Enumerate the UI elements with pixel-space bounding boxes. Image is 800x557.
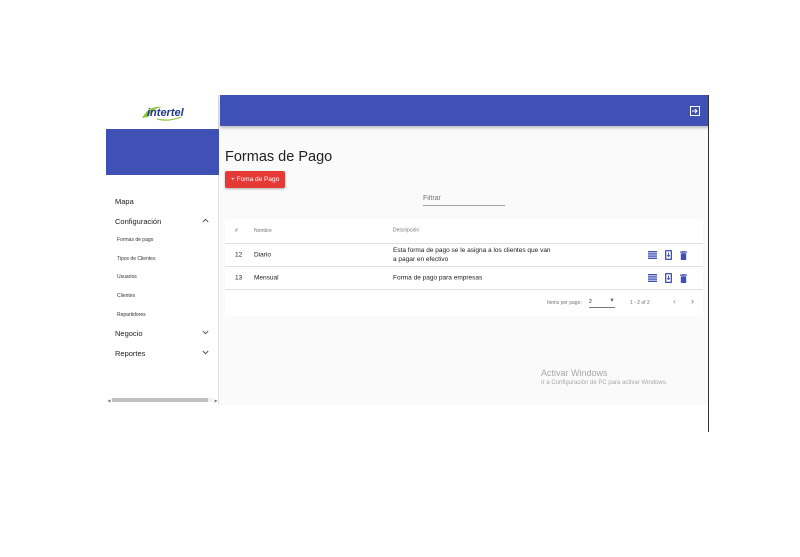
sidebar-horizontal-scrollbar[interactable]: ◀ ▶ [106,397,219,403]
row-name: Diario [254,251,271,259]
window-edge-line [708,95,709,432]
sidebar-subitem-clientes[interactable]: Clientes [106,287,218,306]
edit-document-icon[interactable] [665,273,672,283]
column-header-descripcion[interactable]: Descripción [393,227,553,236]
delete-icon[interactable] [680,250,687,260]
page-range: 1 - 2 of 2 [630,300,650,306]
scrollbar-thumb[interactable] [112,398,208,402]
sidebar-item-negocio[interactable]: Negocio [106,324,218,344]
list-details-icon[interactable] [648,274,657,282]
table-row: 13 Mensual Forma de pago para empresas [225,267,703,290]
sidebar-nav: Mapa Configuración Formas de pago Tipos … [106,191,218,364]
main-content: Formas de Pago + Foma de Pago # Nombre D… [225,126,709,405]
page-title: Formas de Pago [225,149,333,165]
windows-activation-watermark: Activar Windows Ir a Configuración de PC… [541,368,667,386]
filter-input[interactable] [423,192,505,206]
dropdown-arrow-icon: ▼ [609,298,615,304]
column-header-nombre[interactable]: Nombre [254,228,272,234]
table-header-row: # Nombre Descripción [225,219,703,244]
row-description: Forma de pago para empresas [393,274,483,282]
logo: intertel [106,95,218,128]
add-payment-method-button[interactable]: + Foma de Pago [225,171,286,188]
payment-methods-table: # Nombre Descripción 12 Diario Esta form… [225,219,703,316]
logout-icon[interactable] [689,104,701,116]
row-actions [648,273,687,283]
items-per-page-value: 2 [589,299,592,305]
sidebar-item-label: Mapa [115,196,134,206]
sidebar-item-label: Negocio [115,329,143,339]
previous-page-icon[interactable]: ‹ [673,296,676,306]
sidebar-banner [106,129,219,175]
app-window: intertel Mapa Configuración Formas de pa… [106,95,709,405]
sidebar-subitem-formas-de-pago[interactable]: Formas de pago [106,231,218,250]
sidebar-item-configuracion[interactable]: Configuración [106,211,218,231]
row-id: 13 [235,274,243,282]
next-page-icon[interactable]: › [691,296,694,306]
scroll-right-icon[interactable]: ▶ [213,398,219,403]
sidebar-item-reportes[interactable]: Reportes [106,344,218,364]
watermark-title: Activar Windows [541,368,608,378]
edit-document-icon[interactable] [665,250,672,260]
logo-image: intertel [142,106,185,121]
row-actions [648,250,687,260]
items-per-page-label: Items per page: [547,300,582,306]
paginator: Items per page: 2 ▼ 1 - 2 of 2 ‹ › [225,290,703,316]
list-details-icon[interactable] [648,251,657,259]
row-description: Esta forma de pago se le asigna a los cl… [393,247,551,263]
sidebar-subitem-tipos-de-clientes[interactable]: Tipos de Clientes [106,250,218,269]
table-row: 12 Diario Esta forma de pago se le asign… [225,244,703,267]
chevron-up-icon [202,218,209,225]
sidebar-item-mapa[interactable]: Mapa [106,191,218,211]
column-header-id[interactable]: # [235,228,238,234]
chevron-down-icon [202,330,209,337]
row-id: 12 [235,251,243,259]
items-per-page-select[interactable]: 2 ▼ [589,297,615,308]
delete-icon[interactable] [680,273,687,283]
sidebar-subitem-repartidores[interactable]: Repartidores [106,305,218,324]
sidebar-item-label: Configuración [115,216,162,226]
sidebar-subitem-usuarios[interactable]: Usuarios [106,268,218,287]
chevron-down-icon [202,350,209,357]
top-toolbar [220,95,709,126]
scrollbar-track[interactable] [112,398,213,402]
sidebar-item-label: Reportes [115,349,146,359]
watermark-subtitle: Ir a Configuración de PC para activar Wi… [541,380,668,386]
sidebar: intertel Mapa Configuración Formas de pa… [106,95,219,405]
row-name: Mensual [254,274,279,282]
